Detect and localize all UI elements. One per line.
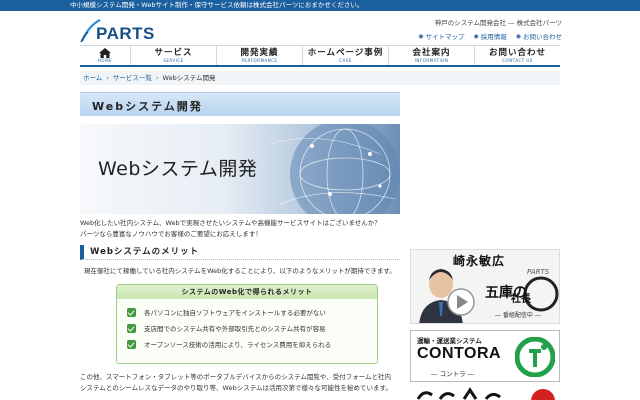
nav-information[interactable]: 会社案内 INFORMATION [388, 46, 474, 65]
company-name: 神戸のシステム開発会社 ― 株式会社パーツ [434, 19, 562, 27]
closing-line: システムとのシームレスなデータのやり取り等、Webシステムは活用次第で様々な可能… [80, 384, 392, 392]
global-nav: HOME サービス SERVICE 開発実績 PERFORMANCE ホームページ事… [80, 45, 560, 67]
merit-text: 支店間でのシステム共有や外部取引先とのシステム共有が容易 [144, 325, 326, 333]
home-icon [99, 47, 111, 58]
site-logo[interactable]: PARTS [80, 18, 160, 44]
section-heading: Webシステムのメリット [80, 245, 400, 260]
additional-banner[interactable] [410, 387, 560, 400]
utility-links: ◉ サイトマップ ◉ 採用情報 ◉ お問い合わせ [418, 31, 562, 42]
nav-en-label: PERFORMANCE [241, 57, 278, 63]
nav-en-label: HOME [97, 57, 113, 63]
nav-performance[interactable]: 開発実績 PERFORMANCE [216, 46, 302, 65]
util-link-recruit[interactable]: ◉ 採用情報 [473, 31, 507, 42]
contora-logo-text: CONTORA [417, 345, 502, 362]
arrow-circle-icon: ◉ [473, 32, 479, 40]
breadcrumb-home[interactable]: ホーム [83, 74, 102, 82]
util-link-label: サイトマップ [425, 33, 465, 41]
intro-text: Web化したい社内システム、Webで実現させたいシステムや高機能サービスサイトは… [80, 218, 400, 240]
nav-jp-label: 会社案内 [412, 47, 451, 58]
nav-case[interactable]: ホームページ事例 CASE [302, 46, 388, 65]
hero-title: Webシステム開発 [98, 158, 258, 180]
closing-line: この他、スマートフォン・タブレット等のポータブルデバイスからのシステム閲覧や、受… [80, 373, 392, 381]
merit-item: 各パソコンに独自ソフトウェアをインストールする必要がない [127, 304, 377, 320]
president-video-banner[interactable]: 崎永敏広 PARTS 五庫の 社長 ― 番組配信中 ― [410, 249, 560, 324]
top-tagline-bar: 中小規模システム開発・Webサイト制作・保守サービス依頼は株式会社パーツにおまか… [0, 0, 640, 11]
chevron-right-icon: › [155, 74, 159, 82]
chevron-right-icon: › [106, 74, 109, 82]
check-icon [127, 339, 136, 349]
nav-en-label: INFORMATION [414, 57, 449, 63]
intro-line: Web化したい社内システム、Webで実現させたいシステムや高機能サービスサイトは… [80, 219, 381, 227]
merit-text: 各パソコンに独自ソフトウェアをインストールする必要がない [144, 309, 326, 317]
page-title-bar: Webシステム開発 [80, 92, 400, 116]
nav-jp-label: サービス [154, 47, 193, 58]
merit-item: オープンソース技術の活用により、ライセンス費用を抑えられる [127, 336, 377, 352]
page-title: Webシステム開発 [92, 100, 203, 113]
hero-image: Webシステム開発 [80, 124, 400, 214]
banner-sub: ― 番組配信中 ― [495, 312, 541, 319]
banner-brand: PARTS [527, 268, 550, 276]
nav-en-label: CONTACT US [502, 57, 533, 63]
nav-en-label: SERVICE [163, 57, 184, 63]
breadcrumb: ホーム › サービス一覧 › Webシステム開発 [80, 71, 560, 85]
nav-en-label: CASE [339, 57, 352, 63]
merit-item: 支店間でのシステム共有や外部取引先とのシステム共有が容易 [127, 320, 377, 336]
nav-jp-label: お問い合わせ [488, 47, 546, 58]
contora-banner[interactable]: 運輸・運送業システム CONTORA ― コントラ ― [410, 330, 560, 382]
merit-text: オープンソース技術の活用により、ライセンス費用を抑えられる [144, 341, 332, 349]
util-link-contact[interactable]: ◉ お問い合わせ [515, 31, 562, 42]
banner-main-2: 社長 [511, 294, 531, 305]
util-link-label: お問い合わせ [523, 33, 562, 41]
arrow-circle-icon: ◉ [418, 32, 424, 40]
check-icon [127, 323, 136, 333]
logo-text: PARTS [96, 24, 155, 43]
nav-jp-label: 開発実績 [240, 47, 279, 58]
nav-home[interactable]: HOME [80, 46, 130, 65]
intro-line: パーツなら豊富なノウハウでお客様のご要望にお応えします！ [80, 230, 262, 238]
nav-service[interactable]: サービス SERVICE [130, 46, 216, 65]
tagline-text: 中小規模システム開発・Webサイト制作・保守サービス依頼は株式会社パーツにおまか… [70, 1, 364, 9]
util-link-sitemap[interactable]: ◉ サイトマップ [418, 31, 465, 42]
arrow-circle-icon: ◉ [515, 32, 521, 40]
contora-kana: ― コントラ ― [431, 370, 475, 378]
nav-jp-label: ホームページ事例 [307, 47, 384, 58]
util-link-label: 採用情報 [480, 33, 507, 41]
closing-paragraph: この他、スマートフォン・タブレット等のポータブルデバイスからのシステム閲覧や、受… [80, 372, 400, 394]
check-icon [127, 307, 136, 317]
merit-box: システムのWeb化で得られるメリット 各パソコンに独自ソフトウェアをインストール… [116, 284, 378, 364]
banner-art-icon [410, 387, 560, 400]
banner-president-name: 崎永敏広 [453, 254, 506, 268]
breadcrumb-service-list[interactable]: サービス一覧 [113, 74, 152, 82]
breadcrumb-current: Webシステム開発 [162, 74, 216, 82]
nav-contact[interactable]: お問い合わせ CONTACT US [474, 46, 560, 65]
section-lead: 現在御社にて稼働している社内システムをWeb化することにより、以下のようなメリッ… [84, 267, 396, 275]
contora-tagline: 運輸・運送業システム [417, 337, 482, 345]
merit-box-heading: システムのWeb化で得られるメリット [117, 285, 377, 299]
contora-mark-icon [515, 337, 555, 377]
